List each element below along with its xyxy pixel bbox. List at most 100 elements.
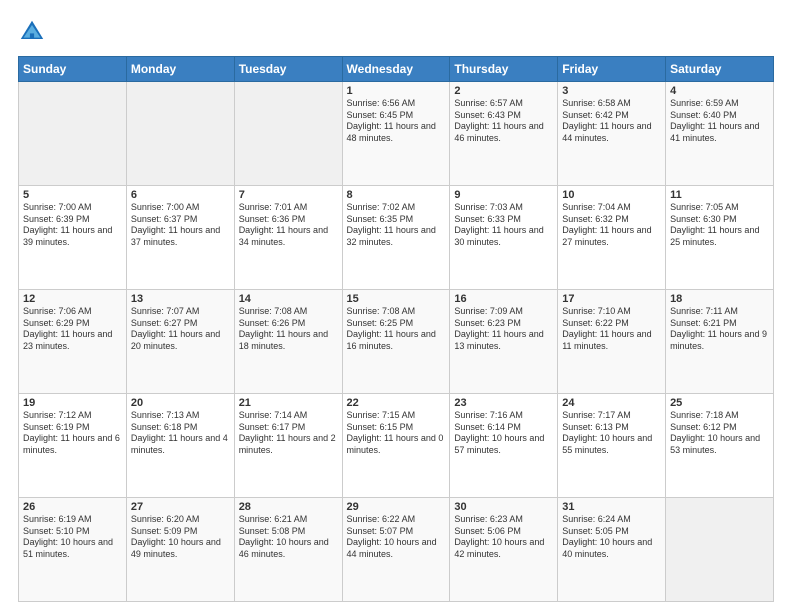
day-info: Sunrise: 7:06 AM Sunset: 6:29 PM Dayligh… bbox=[23, 306, 112, 351]
day-info: Sunrise: 7:02 AM Sunset: 6:35 PM Dayligh… bbox=[347, 202, 436, 247]
day-number: 23 bbox=[454, 397, 553, 409]
logo-icon bbox=[18, 18, 46, 46]
weekday-sunday: Sunday bbox=[19, 57, 127, 82]
day-info: Sunrise: 6:58 AM Sunset: 6:42 PM Dayligh… bbox=[562, 98, 651, 143]
page: SundayMondayTuesdayWednesdayThursdayFrid… bbox=[0, 0, 792, 612]
weekday-saturday: Saturday bbox=[666, 57, 774, 82]
day-cell: 1Sunrise: 6:56 AM Sunset: 6:45 PM Daylig… bbox=[342, 82, 450, 186]
day-info: Sunrise: 6:21 AM Sunset: 5:08 PM Dayligh… bbox=[239, 514, 329, 559]
day-info: Sunrise: 7:08 AM Sunset: 6:26 PM Dayligh… bbox=[239, 306, 328, 351]
day-number: 19 bbox=[23, 397, 122, 409]
weekday-thursday: Thursday bbox=[450, 57, 558, 82]
day-number: 21 bbox=[239, 397, 338, 409]
day-cell: 28Sunrise: 6:21 AM Sunset: 5:08 PM Dayli… bbox=[234, 498, 342, 602]
day-info: Sunrise: 6:22 AM Sunset: 5:07 PM Dayligh… bbox=[347, 514, 437, 559]
day-info: Sunrise: 7:18 AM Sunset: 6:12 PM Dayligh… bbox=[670, 410, 760, 455]
day-cell: 22Sunrise: 7:15 AM Sunset: 6:15 PM Dayli… bbox=[342, 394, 450, 498]
day-number: 25 bbox=[670, 397, 769, 409]
day-number: 17 bbox=[562, 293, 661, 305]
day-cell: 2Sunrise: 6:57 AM Sunset: 6:43 PM Daylig… bbox=[450, 82, 558, 186]
day-number: 18 bbox=[670, 293, 769, 305]
day-cell: 14Sunrise: 7:08 AM Sunset: 6:26 PM Dayli… bbox=[234, 290, 342, 394]
day-info: Sunrise: 7:13 AM Sunset: 6:18 PM Dayligh… bbox=[131, 410, 228, 455]
header bbox=[18, 18, 774, 46]
day-number: 13 bbox=[131, 293, 230, 305]
day-info: Sunrise: 7:17 AM Sunset: 6:13 PM Dayligh… bbox=[562, 410, 652, 455]
weekday-friday: Friday bbox=[558, 57, 666, 82]
week-row-3: 12Sunrise: 7:06 AM Sunset: 6:29 PM Dayli… bbox=[19, 290, 774, 394]
day-cell: 23Sunrise: 7:16 AM Sunset: 6:14 PM Dayli… bbox=[450, 394, 558, 498]
day-cell: 8Sunrise: 7:02 AM Sunset: 6:35 PM Daylig… bbox=[342, 186, 450, 290]
day-cell bbox=[126, 82, 234, 186]
day-number: 3 bbox=[562, 85, 661, 97]
day-info: Sunrise: 7:01 AM Sunset: 6:36 PM Dayligh… bbox=[239, 202, 328, 247]
day-number: 11 bbox=[670, 189, 769, 201]
day-cell: 30Sunrise: 6:23 AM Sunset: 5:06 PM Dayli… bbox=[450, 498, 558, 602]
day-info: Sunrise: 6:59 AM Sunset: 6:40 PM Dayligh… bbox=[670, 98, 759, 143]
day-number: 20 bbox=[131, 397, 230, 409]
day-number: 2 bbox=[454, 85, 553, 97]
day-cell: 21Sunrise: 7:14 AM Sunset: 6:17 PM Dayli… bbox=[234, 394, 342, 498]
day-number: 14 bbox=[239, 293, 338, 305]
day-info: Sunrise: 7:15 AM Sunset: 6:15 PM Dayligh… bbox=[347, 410, 444, 455]
weekday-wednesday: Wednesday bbox=[342, 57, 450, 82]
day-cell: 26Sunrise: 6:19 AM Sunset: 5:10 PM Dayli… bbox=[19, 498, 127, 602]
day-cell: 31Sunrise: 6:24 AM Sunset: 5:05 PM Dayli… bbox=[558, 498, 666, 602]
day-info: Sunrise: 6:20 AM Sunset: 5:09 PM Dayligh… bbox=[131, 514, 221, 559]
day-cell bbox=[19, 82, 127, 186]
weekday-monday: Monday bbox=[126, 57, 234, 82]
day-info: Sunrise: 6:23 AM Sunset: 5:06 PM Dayligh… bbox=[454, 514, 544, 559]
day-info: Sunrise: 7:10 AM Sunset: 6:22 PM Dayligh… bbox=[562, 306, 651, 351]
day-info: Sunrise: 6:24 AM Sunset: 5:05 PM Dayligh… bbox=[562, 514, 652, 559]
day-info: Sunrise: 7:16 AM Sunset: 6:14 PM Dayligh… bbox=[454, 410, 544, 455]
day-info: Sunrise: 7:11 AM Sunset: 6:21 PM Dayligh… bbox=[670, 306, 767, 351]
day-cell: 17Sunrise: 7:10 AM Sunset: 6:22 PM Dayli… bbox=[558, 290, 666, 394]
day-info: Sunrise: 7:09 AM Sunset: 6:23 PM Dayligh… bbox=[454, 306, 543, 351]
day-info: Sunrise: 7:08 AM Sunset: 6:25 PM Dayligh… bbox=[347, 306, 436, 351]
day-cell: 10Sunrise: 7:04 AM Sunset: 6:32 PM Dayli… bbox=[558, 186, 666, 290]
weekday-header-row: SundayMondayTuesdayWednesdayThursdayFrid… bbox=[19, 57, 774, 82]
day-cell: 24Sunrise: 7:17 AM Sunset: 6:13 PM Dayli… bbox=[558, 394, 666, 498]
week-row-5: 26Sunrise: 6:19 AM Sunset: 5:10 PM Dayli… bbox=[19, 498, 774, 602]
calendar-table: SundayMondayTuesdayWednesdayThursdayFrid… bbox=[18, 56, 774, 602]
day-cell: 18Sunrise: 7:11 AM Sunset: 6:21 PM Dayli… bbox=[666, 290, 774, 394]
day-cell: 11Sunrise: 7:05 AM Sunset: 6:30 PM Dayli… bbox=[666, 186, 774, 290]
day-cell: 29Sunrise: 6:22 AM Sunset: 5:07 PM Dayli… bbox=[342, 498, 450, 602]
day-cell: 13Sunrise: 7:07 AM Sunset: 6:27 PM Dayli… bbox=[126, 290, 234, 394]
day-number: 7 bbox=[239, 189, 338, 201]
day-number: 30 bbox=[454, 501, 553, 513]
day-number: 27 bbox=[131, 501, 230, 513]
day-number: 12 bbox=[23, 293, 122, 305]
day-number: 1 bbox=[347, 85, 446, 97]
day-cell: 20Sunrise: 7:13 AM Sunset: 6:18 PM Dayli… bbox=[126, 394, 234, 498]
week-row-2: 5Sunrise: 7:00 AM Sunset: 6:39 PM Daylig… bbox=[19, 186, 774, 290]
day-cell: 7Sunrise: 7:01 AM Sunset: 6:36 PM Daylig… bbox=[234, 186, 342, 290]
day-number: 26 bbox=[23, 501, 122, 513]
day-cell: 4Sunrise: 6:59 AM Sunset: 6:40 PM Daylig… bbox=[666, 82, 774, 186]
day-number: 15 bbox=[347, 293, 446, 305]
day-cell: 16Sunrise: 7:09 AM Sunset: 6:23 PM Dayli… bbox=[450, 290, 558, 394]
day-number: 16 bbox=[454, 293, 553, 305]
day-number: 24 bbox=[562, 397, 661, 409]
day-info: Sunrise: 7:12 AM Sunset: 6:19 PM Dayligh… bbox=[23, 410, 120, 455]
day-cell: 27Sunrise: 6:20 AM Sunset: 5:09 PM Dayli… bbox=[126, 498, 234, 602]
day-info: Sunrise: 6:57 AM Sunset: 6:43 PM Dayligh… bbox=[454, 98, 543, 143]
day-number: 10 bbox=[562, 189, 661, 201]
day-info: Sunrise: 7:04 AM Sunset: 6:32 PM Dayligh… bbox=[562, 202, 651, 247]
day-cell: 3Sunrise: 6:58 AM Sunset: 6:42 PM Daylig… bbox=[558, 82, 666, 186]
day-number: 8 bbox=[347, 189, 446, 201]
day-cell: 12Sunrise: 7:06 AM Sunset: 6:29 PM Dayli… bbox=[19, 290, 127, 394]
day-number: 6 bbox=[131, 189, 230, 201]
day-number: 9 bbox=[454, 189, 553, 201]
day-number: 28 bbox=[239, 501, 338, 513]
day-info: Sunrise: 7:05 AM Sunset: 6:30 PM Dayligh… bbox=[670, 202, 759, 247]
logo bbox=[18, 18, 48, 46]
day-cell: 6Sunrise: 7:00 AM Sunset: 6:37 PM Daylig… bbox=[126, 186, 234, 290]
day-number: 31 bbox=[562, 501, 661, 513]
day-info: Sunrise: 6:19 AM Sunset: 5:10 PM Dayligh… bbox=[23, 514, 113, 559]
day-cell: 25Sunrise: 7:18 AM Sunset: 6:12 PM Dayli… bbox=[666, 394, 774, 498]
day-info: Sunrise: 7:00 AM Sunset: 6:37 PM Dayligh… bbox=[131, 202, 220, 247]
day-cell: 15Sunrise: 7:08 AM Sunset: 6:25 PM Dayli… bbox=[342, 290, 450, 394]
day-info: Sunrise: 7:03 AM Sunset: 6:33 PM Dayligh… bbox=[454, 202, 543, 247]
weekday-tuesday: Tuesday bbox=[234, 57, 342, 82]
